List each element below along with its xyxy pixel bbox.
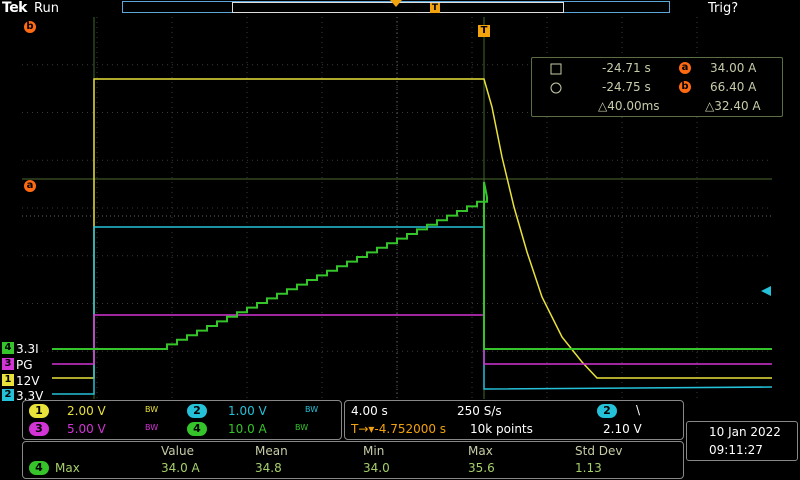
header-min: Min <box>363 444 385 458</box>
cursor-time-1: -24.71 s <box>602 61 651 75</box>
ch1-label: 12V <box>16 374 40 388</box>
waveform-display[interactable]: b a T -24.71 s a 34.00 A -24.75 s b 66.4… <box>22 17 783 399</box>
ch3-chip[interactable]: 3 <box>29 422 49 436</box>
time: 09:11:27 <box>709 443 763 457</box>
trigger-source-chip[interactable]: 2 <box>597 404 617 418</box>
ch2-chip[interactable]: 2 <box>187 404 207 418</box>
ch2-trace <box>52 226 772 395</box>
square-cursor-icon <box>550 63 562 75</box>
vertical-settings-panel[interactable]: 1 2.00 V BW 2 1.00 V BW 3 5.00 V BW 4 10… <box>22 400 342 440</box>
meas-value: 34.0 A <box>161 461 200 475</box>
trigger-level-icon <box>761 286 771 296</box>
ch1-trace <box>52 78 772 379</box>
ch1-scale[interactable]: 2.00 V <box>67 404 106 418</box>
trigger-marker: T <box>478 25 490 37</box>
record-trigger-marker: T <box>430 3 440 13</box>
status-bar: Tek Run T Trig? <box>0 0 800 17</box>
ch3-label: PG <box>16 358 33 372</box>
meas-mean: 34.8 <box>255 461 282 475</box>
header-max: Max <box>468 444 493 458</box>
cursor-value-a: 34.00 A <box>710 61 757 75</box>
meas-max: 35.6 <box>468 461 495 475</box>
header-value: Value <box>161 444 194 458</box>
acquisition-state[interactable]: Run <box>34 1 59 16</box>
cursor-delta-value: △32.40 A <box>705 99 761 113</box>
trigger-slope[interactable]: \ <box>636 403 640 417</box>
sample-rate: 250 S/s <box>457 404 502 418</box>
time-per-division[interactable]: 4.00 s <box>351 404 388 418</box>
trigger-position[interactable]: T→▾-4.752000 s <box>351 422 446 436</box>
ch4-label: 3.3I <box>16 342 39 356</box>
header-mean: Mean <box>255 444 288 458</box>
record-trigger-pointer-icon <box>390 0 402 7</box>
ch1-bw-limit: BW <box>145 405 159 414</box>
brand-logo: Tek <box>2 0 28 16</box>
cursor-b-badge: b <box>679 81 691 93</box>
circle-cursor-icon <box>550 82 562 94</box>
ch4-scale[interactable]: 10.0 A <box>228 422 267 436</box>
trigger-level[interactable]: 2.10 V <box>603 422 642 436</box>
ch2-bw-limit: BW <box>305 405 319 414</box>
ch3-tag[interactable]: 3 <box>2 358 14 370</box>
record-length[interactable]: 10k points <box>470 422 533 436</box>
ch2-tag[interactable]: 2 <box>2 389 14 401</box>
ch3-trace <box>52 314 772 365</box>
meas-channel-chip[interactable]: 4 <box>29 461 49 475</box>
ch4-bw-limit: BW <box>295 423 309 432</box>
ch2-scale[interactable]: 1.00 V <box>228 404 267 418</box>
cursor-time-2: -24.75 s <box>602 80 651 94</box>
cursor-readout: -24.71 s a 34.00 A -24.75 s b 66.40 A △4… <box>531 57 783 117</box>
ch1-chip[interactable]: 1 <box>29 404 49 418</box>
measurement-panel[interactable]: Value Mean Min Max Std Dev 4 Max 34.0 A … <box>22 441 684 479</box>
cursor-b-marker[interactable]: b <box>24 21 36 33</box>
horizontal-trigger-panel[interactable]: 4.00 s 250 S/s T→▾-4.752000 s 10k points… <box>344 400 684 440</box>
meas-type: Max <box>55 461 80 475</box>
ch4-chip[interactable]: 4 <box>187 422 207 436</box>
header-std-dev: Std Dev <box>575 444 623 458</box>
trigger-state: Trig? <box>708 1 739 16</box>
meas-min: 34.0 <box>363 461 390 475</box>
ch1-tag[interactable]: 1 <box>2 374 14 386</box>
cursor-a-marker[interactable]: a <box>24 180 36 192</box>
date-time-panel: 10 Jan 2022 09:11:27 <box>686 421 798 461</box>
date: 10 Jan 2022 <box>709 425 781 439</box>
cursor-delta-time: △40.00ms <box>598 99 660 113</box>
cursor-a-badge: a <box>679 62 691 74</box>
ch4-trace <box>52 181 772 350</box>
ch4-tag[interactable]: 4 <box>2 342 14 354</box>
ch3-bw-limit: BW <box>145 423 159 432</box>
ch3-scale[interactable]: 5.00 V <box>67 422 106 436</box>
cursor-value-b: 66.40 A <box>710 80 757 94</box>
meas-std-dev: 1.13 <box>575 461 602 475</box>
